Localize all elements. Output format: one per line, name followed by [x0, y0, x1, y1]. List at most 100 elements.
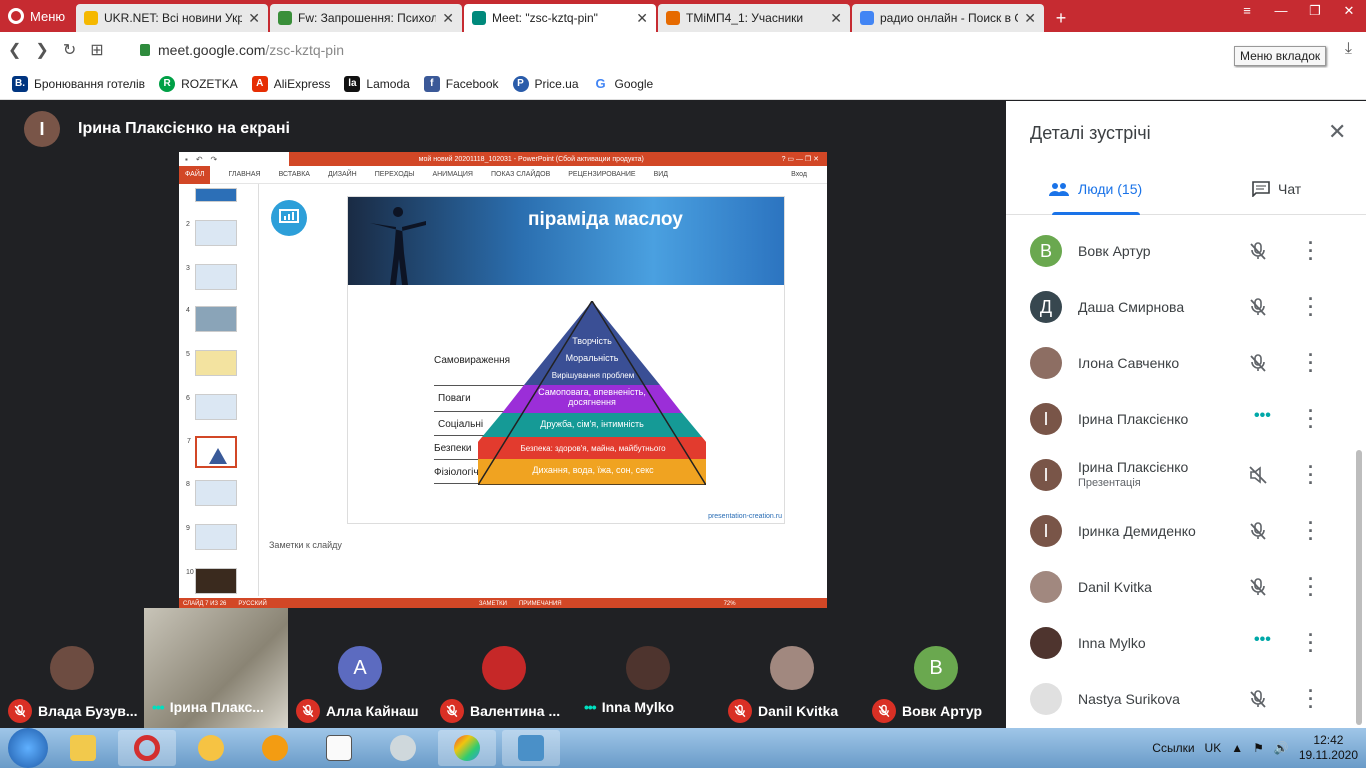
ppt-slide-thumbnails: 2 3 4 5 6 7 8 9 10 — [179, 184, 259, 596]
volume-icon[interactable]: 🔊 — [1274, 741, 1289, 755]
back-icon[interactable]: ❮ — [8, 40, 21, 60]
participant-row[interactable]: В Вовк Артур · · · — [1030, 231, 1350, 271]
participant-row[interactable]: І Ірина Плаксієнко Презентація · · · — [1030, 455, 1350, 495]
more-options-icon[interactable]: · · · — [1308, 402, 1314, 436]
taskbar-document[interactable] — [310, 730, 368, 766]
mic-off-icon[interactable] — [1248, 521, 1268, 541]
bookmark-lamoda[interactable]: la Lamoda — [344, 75, 410, 92]
tray-clock[interactable]: 12:42 19.11.2020 — [1299, 733, 1358, 763]
mic-off-icon[interactable] — [1248, 353, 1268, 373]
meeting-details-panel: Деталі зустрічі ✕ Люди (15) Чат В Вовк Ар… — [1006, 101, 1366, 728]
tab-menu-icon[interactable]: ≡ — [1230, 0, 1264, 22]
participant-tile[interactable]: В Вовк Артур — [864, 608, 1008, 728]
browser-tab[interactable]: UKR.NET: Всі новини Укра ✕ — [76, 4, 268, 32]
more-options-icon[interactable]: · · · — [1308, 570, 1314, 604]
participant-tile[interactable]: А Алла Кайнаш — [288, 608, 432, 728]
mic-off-icon[interactable] — [1248, 297, 1268, 317]
mic-off-icon[interactable] — [1248, 689, 1268, 709]
close-window-icon[interactable]: ✕ — [1332, 0, 1366, 22]
bookmark-priceua[interactable]: P Price.ua — [512, 75, 579, 92]
participant-tile[interactable]: Влада Бузув... — [0, 608, 144, 728]
more-options-icon[interactable]: · · · — [1308, 682, 1314, 716]
panel-scrollbar[interactable] — [1356, 450, 1362, 725]
network-icon[interactable]: ⚑ — [1253, 741, 1264, 755]
minimize-icon[interactable]: — — [1264, 0, 1298, 22]
close-tab-icon[interactable]: ✕ — [636, 10, 648, 27]
ppt-window-controls-icon: ? ▭ — ❐ ✕ — [781, 156, 819, 163]
participant-avatar — [1030, 571, 1062, 603]
participant-row[interactable]: Inna Mylko ••• · · · — [1030, 623, 1350, 663]
address-field[interactable]: meet.google.com/zsc-kztq-pin — [140, 36, 1250, 64]
bookmark-facebook[interactable]: f Facebook — [423, 75, 499, 92]
participant-tile-name: Алла Кайнаш — [326, 703, 419, 719]
more-options-icon[interactable]: · · · — [1308, 346, 1314, 380]
close-tab-icon[interactable]: ✕ — [442, 10, 454, 27]
bookmark-rozetka[interactable]: R ROZETKA — [159, 75, 238, 92]
reload-icon[interactable]: ↻ — [63, 40, 76, 60]
more-options-icon[interactable]: · · · — [1308, 514, 1314, 548]
forward-icon[interactable]: ❯ — [35, 40, 48, 60]
taskbar-explorer[interactable] — [54, 730, 112, 766]
browser-tab[interactable]: ТМіМП4_1: Учасники ✕ — [658, 4, 850, 32]
new-tab-button[interactable]: + — [1046, 4, 1076, 32]
bookmark-google[interactable]: G Google — [592, 75, 654, 92]
participant-tile[interactable]: Danil Kvitka — [720, 608, 864, 728]
thumb-number: 4 — [186, 307, 190, 314]
pyramid-layer-text: Моральність — [565, 353, 619, 363]
participant-avatar: В — [1030, 235, 1062, 267]
close-panel-button[interactable]: ✕ — [1328, 119, 1346, 145]
tab-people[interactable]: Люди (15) — [1048, 181, 1142, 197]
start-button[interactable] — [8, 728, 48, 768]
taskbar-opera[interactable] — [118, 730, 176, 766]
participant-avatar — [770, 646, 814, 690]
participant-tile-label: ••• Inna Mylko — [584, 699, 674, 715]
opera-menu-button[interactable]: Меню — [0, 0, 76, 32]
close-tab-icon[interactable]: ✕ — [1024, 10, 1036, 27]
bookmark-aliexpress[interactable]: A AliExpress — [251, 75, 330, 92]
ppt-title-bar: ▪ ↶ ↷ мой новий 20201118_102031 - PowerPoi… — [179, 152, 827, 166]
browser-tab[interactable]: Fw: Запрошення: Психол ✕ — [270, 4, 462, 32]
bookmark-booking[interactable]: B. Бронювання готелів — [12, 75, 145, 92]
participant-row[interactable]: Danil Kvitka · · · — [1030, 567, 1350, 607]
ppt-ribbon-tab: ВИД — [653, 171, 669, 178]
taskbar-photos[interactable] — [502, 730, 560, 766]
slide-thumbnail: 5 — [186, 350, 237, 376]
more-options-icon[interactable]: · · · — [1308, 626, 1314, 660]
more-options-icon[interactable]: · · · — [1308, 234, 1314, 268]
slide-thumbnail: 8 — [186, 480, 237, 506]
more-options-icon[interactable]: · · · — [1308, 290, 1314, 324]
sound-off-icon[interactable] — [1248, 465, 1268, 485]
taskbar-app[interactable] — [182, 730, 240, 766]
participant-row[interactable]: Nastya Surikova · · · — [1030, 679, 1350, 719]
mic-off-icon[interactable] — [1248, 577, 1268, 597]
bookmark-label: Google — [614, 76, 654, 91]
browser-tab[interactable]: радио онлайн - Поиск в G ✕ — [852, 4, 1044, 32]
participant-row[interactable]: Д Даша Смирнова · · · — [1030, 287, 1350, 327]
more-options-icon[interactable]: · · · — [1308, 458, 1314, 492]
download-icon[interactable]: ⤓ — [1345, 40, 1352, 58]
participant-avatar — [50, 646, 94, 690]
tabs-grid-icon[interactable]: ⊞ — [90, 40, 103, 60]
participant-row[interactable]: І Іринка Демиденко · · · — [1030, 511, 1350, 551]
participant-tile[interactable]: ••• Ірина Плакс... — [144, 608, 288, 728]
taskbar-ie[interactable] — [246, 730, 304, 766]
bookmarks-bar: B. Бронювання готелів R ROZETKA A AliExpres… — [0, 68, 1366, 100]
participant-row[interactable]: Ілона Савченко · · · — [1030, 343, 1350, 383]
maximize-icon[interactable]: ❐ — [1298, 0, 1332, 22]
close-tab-icon[interactable]: ✕ — [830, 10, 842, 27]
tray-language[interactable]: UK — [1205, 741, 1222, 755]
taskbar-paint[interactable] — [438, 730, 496, 766]
tab-title: ТМіМП4_1: Учасники — [686, 11, 804, 25]
participant-tile[interactable]: ••• Inna Mylko — [576, 608, 720, 728]
tab-chat[interactable]: Чат — [1252, 181, 1301, 197]
participant-row[interactable]: І Ірина Плаксієнко ••• · · · — [1030, 399, 1350, 439]
mic-off-icon[interactable] — [1248, 241, 1268, 261]
participant-tile[interactable]: Валентина ... — [432, 608, 576, 728]
browser-tab-active[interactable]: Meet: "zsc-kztq-pin" ✕ — [464, 4, 656, 32]
taskbar-search[interactable] — [374, 730, 432, 766]
close-tab-icon[interactable]: ✕ — [248, 10, 260, 27]
tray-links[interactable]: Ссылки — [1152, 741, 1194, 755]
tray-arrow-icon[interactable]: ▲ — [1231, 741, 1243, 755]
current-slide: піраміда маслоу Самовираження Поваги Соц… — [347, 196, 785, 524]
slide-banner: піраміда маслоу — [348, 197, 784, 285]
